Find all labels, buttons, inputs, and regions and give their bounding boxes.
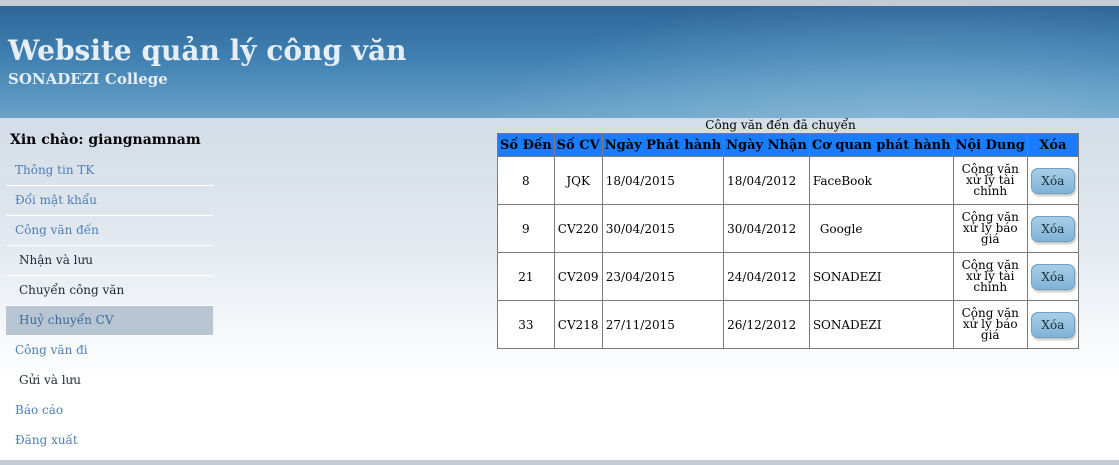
cell-so-den: 9 — [497, 204, 555, 253]
sidebar-item-outgoing-docs[interactable]: Công văn đi — [6, 336, 213, 366]
sidebar-item-account-info[interactable]: Thông tin TK — [6, 156, 213, 186]
column-header: Ngày Phát hành — [601, 133, 725, 157]
cell-so-cv: CV209 — [553, 252, 603, 301]
column-header: Ngày Nhận — [723, 133, 810, 157]
bottom-border — [0, 460, 1119, 465]
cell-ngay-nhan: 18/04/2012 — [723, 156, 810, 205]
sidebar-item-logout[interactable]: Đăng xuất — [6, 426, 213, 456]
sidebar-item-forward-doc[interactable]: Chuyển công văn — [6, 276, 213, 306]
noi-dung-line: chính — [973, 280, 1008, 294]
table-header-row: Số Đến Số CV Ngày Phát hành Ngày Nhận Cơ… — [497, 133, 1079, 157]
cell-xoa: Xóa — [1026, 204, 1079, 253]
site-subtitle: SONADEZI College — [8, 70, 168, 88]
column-header: Nội Dung — [952, 133, 1028, 157]
table-row: 8 JQK 18/04/2015 18/04/2012 FaceBook Côn… — [497, 156, 1079, 205]
table-caption: Công văn đến đã chuyển — [705, 118, 856, 132]
cell-so-cv: CV218 — [553, 300, 603, 349]
sidebar-menu: Thông tin TK Đổi mật khẩu Công văn đến N… — [6, 156, 213, 456]
cell-co-quan: Google — [808, 204, 954, 253]
sidebar-item-send-save[interactable]: Gửi và lưu — [6, 366, 213, 396]
cell-xoa: Xóa — [1026, 300, 1079, 349]
cell-noi-dung: Công văn xử lý báo giá — [952, 204, 1028, 253]
noi-dung-line: chính — [973, 184, 1008, 198]
cell-ngay-nhan: 26/12/2012 — [723, 300, 810, 349]
cell-ngay-phat-hanh: 23/04/2015 — [601, 252, 725, 301]
delete-button[interactable]: Xóa — [1030, 167, 1075, 194]
cell-noi-dung: Công văn xử lý tài chính — [952, 252, 1028, 301]
table-row: 9 CV220 30/04/2015 30/04/2012 Google Côn… — [497, 204, 1079, 253]
cell-xoa: Xóa — [1026, 252, 1079, 301]
table-row: 21 CV209 23/04/2015 24/04/2012 SONADEZI … — [497, 252, 1079, 301]
column-header: Xóa — [1026, 133, 1079, 157]
delete-button[interactable]: Xóa — [1030, 215, 1075, 242]
cell-so-cv: CV220 — [553, 204, 603, 253]
cell-so-den: 33 — [497, 300, 555, 349]
site-header: Website quản lý công văn SONADEZI Colleg… — [0, 6, 1119, 118]
cell-ngay-phat-hanh: 27/11/2015 — [601, 300, 725, 349]
table-row: 33 CV218 27/11/2015 26/12/2012 SONADEZI … — [497, 300, 1079, 349]
cell-so-den: 8 — [497, 156, 555, 205]
sidebar-item-cancel-forward[interactable]: Huỷ chuyển CV — [6, 306, 213, 336]
cell-co-quan: SONADEZI — [808, 252, 954, 301]
forwarded-docs-table: Số Đến Số CV Ngày Phát hành Ngày Nhận Cơ… — [497, 133, 1079, 349]
cell-ngay-phat-hanh: 30/04/2015 — [601, 204, 725, 253]
delete-button[interactable]: Xóa — [1030, 311, 1075, 338]
sidebar-item-receive-save[interactable]: Nhận và lưu — [6, 246, 213, 276]
cell-so-den: 21 — [497, 252, 555, 301]
cell-co-quan: FaceBook — [808, 156, 954, 205]
noi-dung-line: giá — [980, 328, 1000, 342]
cell-ngay-phat-hanh: 18/04/2015 — [601, 156, 725, 205]
cell-so-cv: JQK — [553, 156, 603, 205]
cell-ngay-nhan: 24/04/2012 — [723, 252, 810, 301]
user-greeting: Xin chào: giangnamnam — [10, 132, 201, 148]
site-title: Website quản lý công văn — [8, 34, 407, 67]
sidebar-item-reports[interactable]: Báo cáo — [6, 396, 213, 426]
cell-co-quan: SONADEZI — [808, 300, 954, 349]
column-header: Cơ quan phát hành — [808, 133, 954, 157]
cell-ngay-nhan: 30/04/2012 — [723, 204, 810, 253]
column-header: Số CV — [553, 133, 603, 157]
cell-noi-dung: Công văn xử lý báo giá — [952, 300, 1028, 349]
sidebar-item-change-password[interactable]: Đổi mật khẩu — [6, 186, 213, 216]
delete-button[interactable]: Xóa — [1030, 263, 1075, 290]
cell-noi-dung: Công văn xử lý tài chính — [952, 156, 1028, 205]
column-header: Số Đến — [497, 133, 555, 157]
noi-dung-line: giá — [980, 232, 1000, 246]
cell-xoa: Xóa — [1026, 156, 1079, 205]
sidebar-item-incoming-docs[interactable]: Công văn đến — [6, 216, 213, 246]
